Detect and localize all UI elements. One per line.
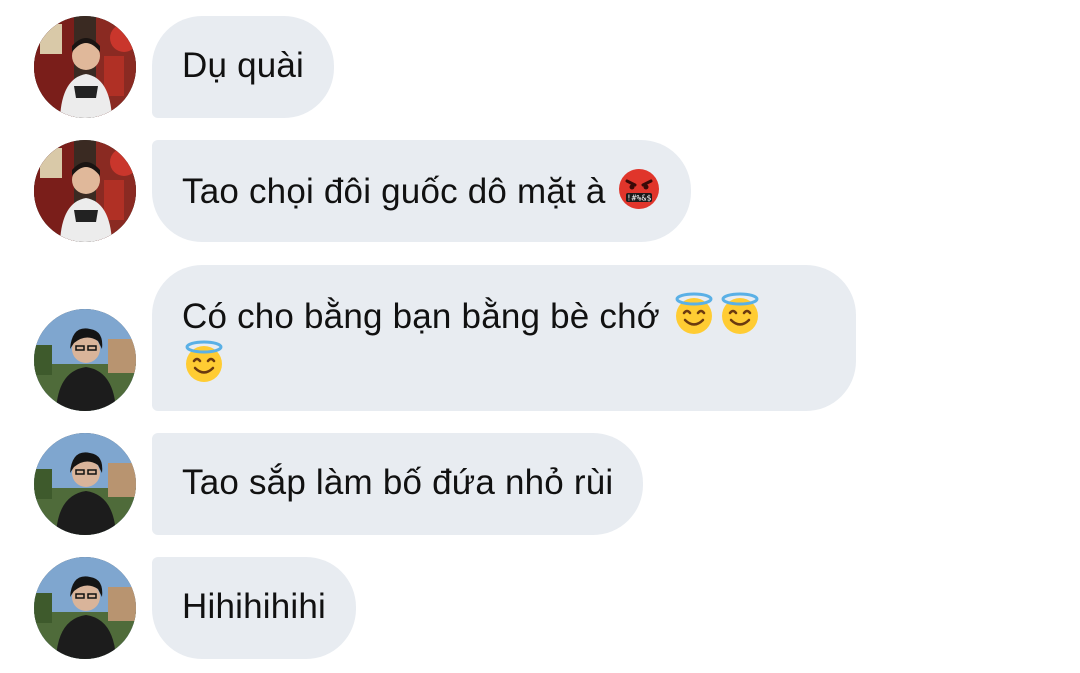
avatar[interactable] xyxy=(34,309,136,411)
message-row: Tao chọi đôi guốc dô mặt à !#%&$ xyxy=(0,140,1080,242)
avatar[interactable] xyxy=(34,557,136,659)
svg-text:!#%&$: !#%&$ xyxy=(627,194,652,203)
message-text: Dụ quài xyxy=(182,46,305,85)
message-row: Có cho bằng bạn bằng bè chớ xyxy=(0,265,1080,411)
message-bubble[interactable]: Tao chọi đôi guốc dô mặt à !#%&$ xyxy=(152,140,692,242)
contact-b-photo xyxy=(34,309,136,411)
message-text: Hihihihihi xyxy=(182,587,327,626)
message-row: Tao sắp làm bố đứa nhỏ rùi xyxy=(0,433,1080,535)
smiling-face-with-halo-emoji xyxy=(672,292,716,336)
cursing-face-emoji: !#%&$ xyxy=(617,167,661,211)
contact-a-photo xyxy=(34,140,136,242)
chat-thread: Dụ quài Tao chọi đôi guốc dô mặt à !#%&$… xyxy=(0,0,1080,673)
message-text: Tao sắp làm bố đứa nhỏ rùi xyxy=(182,463,614,502)
contact-b-photo xyxy=(34,557,136,659)
message-text: Có cho bằng bạn bằng bè chớ xyxy=(182,297,660,336)
contact-b-photo xyxy=(34,433,136,535)
contact-a-photo xyxy=(34,16,136,118)
message-row: Dụ quài xyxy=(0,16,1080,118)
message-bubble[interactable]: Tao sắp làm bố đứa nhỏ rùi xyxy=(152,433,644,535)
smiling-face-with-halo-emoji xyxy=(182,340,226,384)
message-row: Hihihihihi xyxy=(0,557,1080,659)
message-bubble[interactable]: Hihihihihi xyxy=(152,557,357,659)
avatar[interactable] xyxy=(34,140,136,242)
smiling-face-with-halo-emoji xyxy=(718,292,762,336)
message-bubble[interactable]: Có cho bằng bạn bằng bè chớ xyxy=(152,265,856,411)
avatar[interactable] xyxy=(34,433,136,535)
message-bubble[interactable]: Dụ quài xyxy=(152,16,335,118)
message-text: Tao chọi đôi guốc dô mặt à xyxy=(182,172,606,211)
avatar[interactable] xyxy=(34,16,136,118)
